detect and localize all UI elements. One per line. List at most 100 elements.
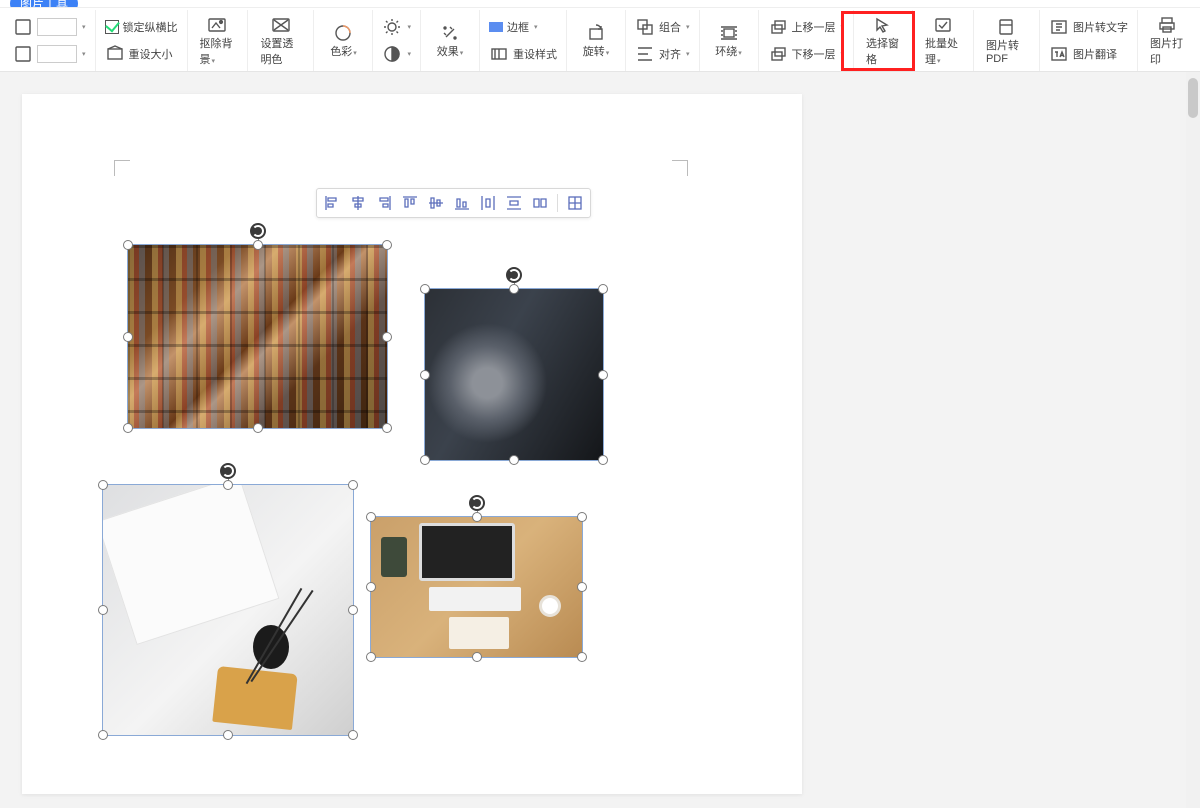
resize-handle[interactable]	[123, 240, 133, 250]
selected-image[interactable]	[102, 484, 354, 736]
menu-tab-picture-tools[interactable]: 图片工具	[10, 0, 78, 8]
border-button[interactable]: 边框▾	[486, 15, 560, 39]
resize-handle[interactable]	[366, 582, 376, 592]
resize-handle[interactable]	[123, 332, 133, 342]
effect-icon	[440, 23, 460, 43]
selected-image[interactable]	[424, 288, 604, 461]
align-middle-v-button[interactable]	[425, 192, 447, 214]
align-left-button[interactable]	[321, 192, 343, 214]
reset-size-button[interactable]: 重设大小	[102, 42, 181, 66]
resize-handle[interactable]	[366, 512, 376, 522]
rotate-handle[interactable]	[220, 463, 236, 479]
resize-handle[interactable]	[509, 455, 519, 465]
selection-pane-icon	[873, 15, 893, 35]
align-right-button[interactable]	[373, 192, 395, 214]
move-up-button[interactable]: 上移一层▾	[765, 15, 848, 39]
page-corner-icon	[114, 160, 130, 176]
align-bottom-button[interactable]	[451, 192, 473, 214]
align-button[interactable]: 对齐▾	[632, 42, 693, 66]
document-area[interactable]	[0, 72, 1186, 808]
align-top-button[interactable]	[399, 192, 421, 214]
resize-handle[interactable]	[98, 605, 108, 615]
print-button[interactable]: 图片打印	[1144, 13, 1190, 69]
scrollbar-thumb[interactable]	[1188, 78, 1198, 118]
translate-button[interactable]: 图片翻译	[1046, 42, 1131, 66]
resize-handle[interactable]	[472, 512, 482, 522]
sun-icon	[382, 17, 402, 37]
resize-handle[interactable]	[577, 582, 587, 592]
border-swatch-icon	[489, 22, 503, 32]
selected-image[interactable]	[127, 244, 388, 429]
resize-handle[interactable]	[577, 512, 587, 522]
group-button[interactable]: 组合▾	[632, 15, 693, 39]
resize-handle[interactable]	[472, 652, 482, 662]
resize-handle[interactable]	[98, 730, 108, 740]
floating-align-toolbar[interactable]	[316, 188, 591, 218]
batch-icon	[933, 15, 953, 35]
image-bookshelf	[128, 245, 387, 428]
menu-bar: 图片工具	[0, 0, 1200, 8]
remove-bg-icon	[207, 15, 227, 35]
resize-handle[interactable]	[382, 423, 392, 433]
to-text-icon	[1049, 17, 1069, 37]
resize-handle[interactable]	[577, 652, 587, 662]
rotate-handle[interactable]	[250, 223, 266, 239]
selected-image[interactable]	[370, 516, 583, 658]
move-up-icon	[768, 17, 788, 37]
set-transparent-button[interactable]: 设置透明色	[254, 13, 307, 69]
resize-handle[interactable]	[509, 284, 519, 294]
resize-handle[interactable]	[598, 284, 608, 294]
to-pdf-button[interactable]: 图片转PDF	[980, 15, 1033, 67]
to-text-button[interactable]: 图片转文字	[1046, 15, 1131, 39]
distribute-h-button[interactable]	[477, 192, 499, 214]
color-button[interactable]: 色彩▾	[320, 21, 366, 61]
rotate-button[interactable]: 旋转▾	[573, 21, 619, 61]
width-input[interactable]: ▾	[10, 42, 89, 66]
wrap-button[interactable]: 环绕▾	[706, 21, 752, 61]
ribbon-toolbar: ▾ ▾ 锁定纵横比 重设大小 抠除背景▾ 设置	[0, 8, 1200, 72]
resize-handle[interactable]	[382, 332, 392, 342]
effect-button[interactable]: 效果▾	[427, 21, 473, 61]
resize-handle[interactable]	[598, 455, 608, 465]
resize-handle[interactable]	[223, 480, 233, 490]
contrast-button[interactable]: ▾	[379, 42, 414, 66]
resize-handle[interactable]	[366, 652, 376, 662]
distribute-v-button[interactable]	[503, 192, 525, 214]
checkbox-icon	[105, 20, 119, 34]
remove-bg-button[interactable]: 抠除背景▾	[194, 13, 242, 69]
resize-handle[interactable]	[98, 480, 108, 490]
resize-handle[interactable]	[420, 455, 430, 465]
equal-size-button[interactable]	[529, 192, 551, 214]
reset-style-button[interactable]: 重设样式	[486, 42, 560, 66]
resize-handle[interactable]	[348, 730, 358, 740]
resize-handle[interactable]	[348, 605, 358, 615]
page-corner-icon	[672, 160, 688, 176]
group-icon	[635, 17, 655, 37]
resize-handle[interactable]	[420, 370, 430, 380]
move-down-button[interactable]: 下移一层▾	[765, 42, 848, 66]
align-center-h-button[interactable]	[347, 192, 369, 214]
rotate-icon	[586, 23, 606, 43]
batch-process-button[interactable]: 批量处理▾	[919, 13, 967, 69]
resize-handle[interactable]	[253, 240, 263, 250]
pdf-icon	[996, 17, 1016, 37]
resize-handle[interactable]	[382, 240, 392, 250]
resize-handle[interactable]	[223, 730, 233, 740]
resize-handle[interactable]	[253, 423, 263, 433]
resize-handle[interactable]	[348, 480, 358, 490]
reset-size-icon	[105, 44, 125, 64]
lock-aspect-checkbox[interactable]: 锁定纵横比	[102, 15, 181, 39]
rotate-handle[interactable]	[469, 495, 485, 511]
resize-handle[interactable]	[598, 370, 608, 380]
height-input[interactable]: ▾	[10, 15, 89, 39]
contrast-icon	[382, 44, 402, 64]
width-icon	[13, 44, 33, 64]
resize-handle[interactable]	[420, 284, 430, 294]
vertical-scrollbar[interactable]	[1186, 72, 1200, 808]
resize-handle[interactable]	[123, 423, 133, 433]
selection-pane-button[interactable]: 选择窗格	[860, 13, 906, 69]
height-icon	[13, 17, 33, 37]
snap-grid-button[interactable]	[564, 192, 586, 214]
rotate-handle[interactable]	[506, 267, 522, 283]
brightness-button[interactable]: ▾	[379, 15, 414, 39]
